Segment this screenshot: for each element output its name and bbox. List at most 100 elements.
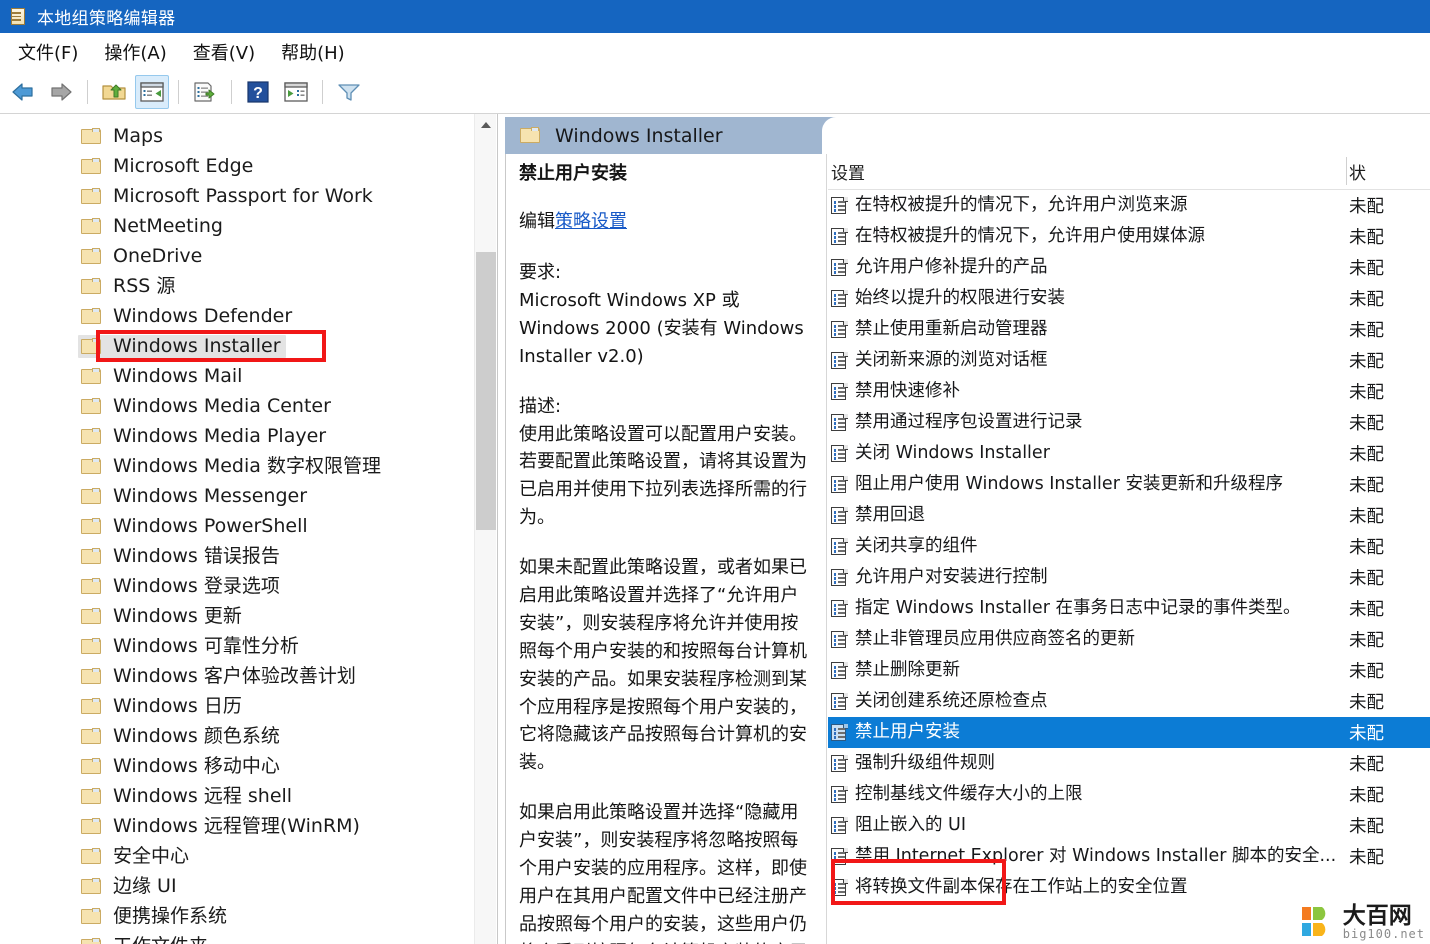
tree-item[interactable]: Windows 远程 shell	[0, 781, 474, 811]
settings-row[interactable]: 阻止用户使用 Windows Installer 安装更新和升级程序 未配	[828, 469, 1430, 500]
settings-row-label: 关闭创建系统还原检查点	[855, 690, 1048, 711]
show-hide-tree-icon[interactable]	[135, 74, 169, 109]
tree-item-content: Windows 可靠性分析	[78, 635, 304, 658]
tree-item[interactable]: Microsoft Edge	[0, 151, 474, 181]
toolbar-separator	[322, 79, 323, 104]
tree-item-content: Windows 登录选项	[78, 575, 285, 598]
tree-item[interactable]: OneDrive	[0, 241, 474, 271]
tree-scrollbar[interactable]	[474, 114, 496, 944]
settings-row[interactable]: 禁止用户安装 未配	[828, 717, 1430, 748]
title-bar: 本地组策略编辑器	[0, 0, 1430, 33]
settings-row[interactable]: 关闭 Windows Installer 未配	[828, 438, 1430, 469]
settings-row[interactable]: 关闭创建系统还原检查点 未配	[828, 686, 1430, 717]
tree-item[interactable]: Windows 日历	[0, 691, 474, 721]
tree-item[interactable]: 安全中心	[0, 841, 474, 871]
forward-arrow-icon[interactable]	[44, 75, 78, 109]
panel-header-title: Windows Installer	[555, 124, 723, 147]
tree-item[interactable]: 便携操作系统	[0, 901, 474, 931]
tree-item[interactable]: Windows 更新	[0, 601, 474, 631]
tree-item[interactable]: Windows 登录选项	[0, 571, 474, 601]
policy-setting-icon	[830, 753, 849, 774]
settings-row[interactable]: 禁止删除更新 未配	[828, 655, 1430, 686]
tree-item[interactable]: Windows Media 数字权限管理	[0, 451, 474, 481]
menu-view[interactable]: 查看(V)	[181, 37, 269, 67]
tree-item-label: Windows 颜色系统	[113, 724, 280, 747]
folder-icon	[81, 367, 102, 385]
tree-item[interactable]: Windows Media Center	[0, 391, 474, 421]
settings-row-status: 未配	[1349, 352, 1384, 372]
settings-row[interactable]: 禁止非管理员应用供应商签名的更新 未配	[828, 624, 1430, 655]
settings-row-status: 未配	[1349, 445, 1384, 465]
settings-row[interactable]: 禁用回退 未配	[828, 500, 1430, 531]
tree-item[interactable]: Windows 客户体验改善计划	[0, 661, 474, 691]
settings-row[interactable]: 关闭新来源的浏览对话框 未配	[828, 345, 1430, 376]
settings-row[interactable]: 禁止使用重新启动管理器 未配	[828, 314, 1430, 345]
settings-row-label: 允许用户修补提升的产品	[855, 256, 1048, 277]
watermark-text: 大百网 big100.net	[1343, 904, 1425, 941]
tree-item[interactable]: Maps	[0, 121, 474, 151]
scroll-up-arrow-icon[interactable]	[475, 114, 497, 136]
back-arrow-icon[interactable]	[6, 75, 40, 109]
requirement-text: Microsoft Windows XP 或 Windows 2000 (安装有…	[519, 289, 810, 367]
tree-item[interactable]: Windows Installer	[0, 330, 474, 362]
folder-icon	[81, 847, 102, 865]
policy-setting-icon	[830, 474, 849, 495]
settings-row[interactable]: 允许用户修补提升的产品 未配	[828, 252, 1430, 283]
svg-text:?: ?	[253, 85, 263, 102]
settings-row[interactable]: 始终以提升的权限进行安装 未配	[828, 283, 1430, 314]
settings-row[interactable]: 禁用 Internet Explorer 对 Windows Installer…	[828, 841, 1430, 872]
export-list-icon[interactable]	[188, 75, 222, 109]
settings-row[interactable]: 关闭共享的组件 未配	[828, 531, 1430, 562]
tree-item[interactable]: Windows 错误报告	[0, 541, 474, 571]
tree-item[interactable]: 工作文件夹	[0, 931, 474, 944]
tree-item[interactable]: Microsoft Passport for Work	[0, 181, 474, 211]
settings-row-status: 未配	[1349, 600, 1384, 620]
tree-item-content: Windows PowerShell	[78, 515, 313, 538]
tree-item[interactable]: Windows Messenger	[0, 481, 474, 511]
tree-item[interactable]: RSS 源	[0, 271, 474, 301]
tree-item[interactable]: Windows 远程管理(WinRM)	[0, 811, 474, 841]
tree-scroll-thumb[interactable]	[476, 252, 496, 530]
tree-item[interactable]: Windows Defender	[0, 301, 474, 331]
settings-row[interactable]: 强制升级组件规则 未配	[828, 748, 1430, 779]
settings-row[interactable]: 在特权被提升的情况下，允许用户使用媒体源 未配	[828, 221, 1430, 252]
header-notch-fill	[822, 139, 1430, 154]
tree-item-label: Windows Messenger	[113, 484, 308, 507]
settings-row[interactable]: 控制基线文件缓存大小的上限 未配	[828, 779, 1430, 810]
tree-item[interactable]: NetMeeting	[0, 211, 474, 241]
tree-item[interactable]: Windows PowerShell	[0, 511, 474, 541]
policy-setting-icon	[830, 691, 849, 712]
tree-item[interactable]: Windows 颜色系统	[0, 721, 474, 751]
menu-action[interactable]: 操作(A)	[92, 37, 180, 67]
column-header-status[interactable]: 状	[1349, 159, 1429, 184]
settings-row[interactable]: 允许用户对安装进行控制 未配	[828, 562, 1430, 593]
filter-icon[interactable]	[332, 75, 366, 109]
settings-row-status: 未配	[1349, 569, 1384, 589]
tree-item[interactable]: Windows Media Player	[0, 421, 474, 451]
tree-item[interactable]: Windows 移动中心	[0, 751, 474, 781]
tree-item[interactable]: Windows Mail	[0, 361, 474, 391]
menu-help[interactable]: 帮助(H)	[269, 37, 359, 67]
menu-file[interactable]: 文件(F)	[6, 37, 92, 67]
policy-setting-icon	[830, 195, 849, 216]
settings-row[interactable]: 将转换文件副本保存在工作站上的安全位置	[828, 872, 1430, 903]
settings-row[interactable]: 阻止嵌入的 UI 未配	[828, 810, 1430, 841]
settings-row[interactable]: 指定 Windows Installer 在事务日志中记录的事件类型。 未配	[828, 593, 1430, 624]
settings-row-status: 未配	[1349, 848, 1384, 868]
settings-row-label: 将转换文件副本保存在工作站上的安全位置	[855, 876, 1188, 897]
tree-item[interactable]: 边缘 UI	[0, 871, 474, 901]
column-header-setting[interactable]: 设置	[831, 159, 865, 184]
column-divider[interactable]	[1346, 157, 1347, 185]
watermark-en: big100.net	[1342, 926, 1425, 941]
settings-row-status: 未配	[1349, 817, 1384, 837]
settings-row[interactable]: 在特权被提升的情况下，允许用户浏览来源 未配	[828, 190, 1430, 221]
settings-row[interactable]: 禁用通过程序包设置进行记录 未配	[828, 407, 1430, 438]
up-folder-icon[interactable]	[97, 75, 131, 109]
tree-item-label: 工作文件夹	[113, 936, 208, 944]
edit-policy-link[interactable]: 策略设置	[555, 211, 627, 232]
settings-row[interactable]: 禁用快速修补 未配	[828, 376, 1430, 407]
tree-item-content: Windows 客户体验改善计划	[78, 665, 361, 688]
help-icon[interactable]: ?	[241, 75, 275, 109]
tree-item[interactable]: Windows 可靠性分析	[0, 631, 474, 661]
show-pane-icon[interactable]	[279, 75, 313, 109]
